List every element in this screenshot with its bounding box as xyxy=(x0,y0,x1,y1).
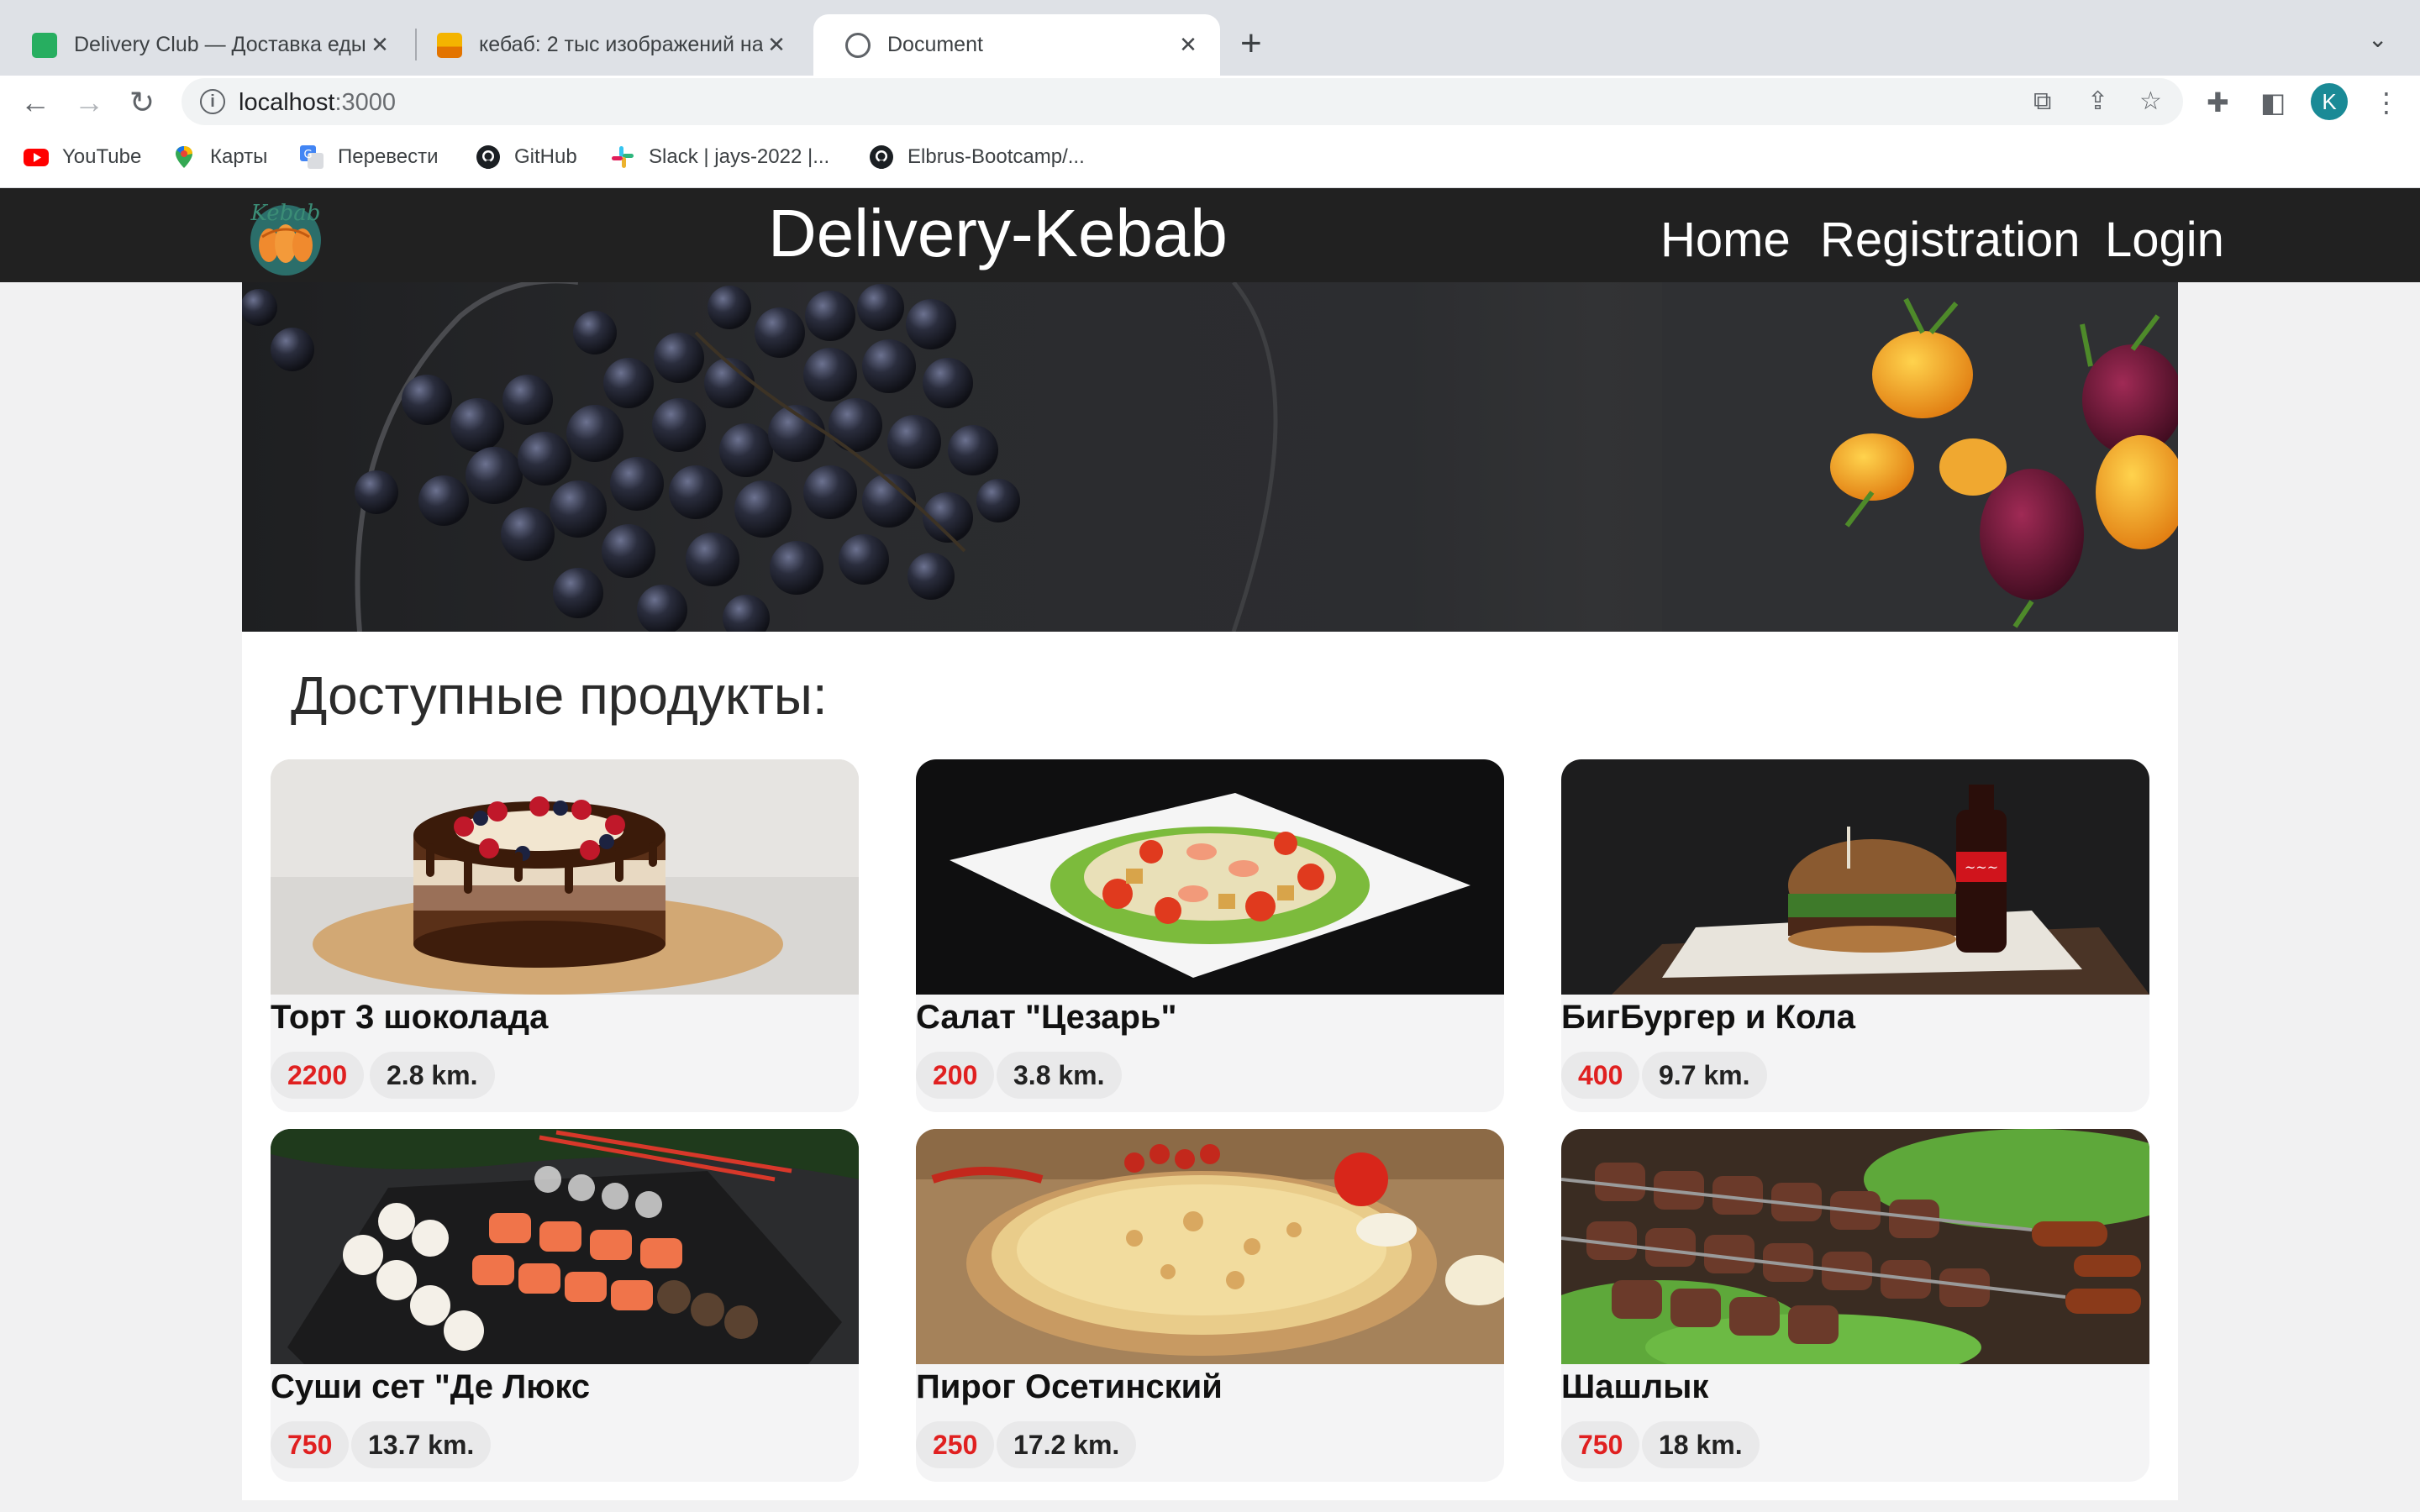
bookmark-github[interactable]: GitHub xyxy=(476,144,577,170)
browser-menu-icon[interactable]: ⋮ xyxy=(2373,84,2400,121)
bookmark-slack[interactable]: Slack | jays-2022 |... xyxy=(610,144,829,170)
product-distance: 17.2 km. xyxy=(997,1421,1137,1468)
logo-text: Kebab xyxy=(250,201,321,226)
tab-document[interactable]: Document ✕ xyxy=(813,14,1220,76)
product-name: Суши сет "Де Люкс xyxy=(271,1368,591,1405)
reload-icon[interactable]: ↻ xyxy=(129,84,155,121)
tab-title: Delivery Club — Доставка еды xyxy=(74,33,366,56)
bookmark-translate[interactable]: G Перевести xyxy=(299,144,439,170)
close-icon[interactable]: ✕ xyxy=(1175,32,1202,58)
browser-toolbar: ← → ↻ i localhost:3000 ⧉ ⇪ ☆ ✚ ◧ K ⋮ xyxy=(0,76,2420,129)
tab-delivery-club[interactable]: Delivery Club — Доставка еды ✕ xyxy=(0,14,412,76)
product-card-cake[interactable]: Торт 3 шоколада 2200 2.8 km. xyxy=(271,759,859,1112)
maps-icon xyxy=(171,144,197,170)
product-price: 2200 xyxy=(271,1052,365,1099)
image-search-favicon-icon xyxy=(437,32,462,58)
share-icon[interactable]: ⇪ xyxy=(2087,86,2108,118)
globe-icon xyxy=(845,32,871,58)
tab-kebab-images[interactable]: кебаб: 2 тыс изображений на ✕ xyxy=(405,14,808,76)
main-container: Доступные продукты: Торт 3 шоколада 2200… xyxy=(242,282,2178,1500)
product-distance: 18 km. xyxy=(1642,1421,1760,1468)
bookmark-label: YouTube xyxy=(62,145,142,168)
delivery-club-favicon-icon xyxy=(32,32,57,58)
bookmark-star-icon[interactable]: ☆ xyxy=(2139,86,2162,118)
product-name: Пирог Осетинский xyxy=(916,1368,1223,1405)
nav-home-link[interactable]: Home xyxy=(1660,207,1791,274)
bookmark-youtube[interactable]: YouTube xyxy=(24,144,141,170)
product-price: 250 xyxy=(916,1421,995,1468)
url-host: localhost xyxy=(239,89,335,116)
translate-page-icon[interactable]: ⧉ xyxy=(2033,86,2051,118)
product-card-caesar-salad[interactable]: Салат "Цезарь" 200 3.8 km. xyxy=(916,759,1504,1112)
youtube-icon xyxy=(24,144,49,170)
nav-registration-link[interactable]: Registration xyxy=(1820,207,2080,274)
profile-avatar[interactable]: K xyxy=(2311,83,2348,120)
product-image-sushi-set xyxy=(271,1129,859,1364)
extensions-puzzle-icon[interactable]: ✚ xyxy=(2207,84,2229,121)
back-icon[interactable]: ← xyxy=(20,84,50,121)
forward-icon[interactable]: → xyxy=(74,84,104,121)
site-title: Delivery-Kebab xyxy=(768,196,1228,270)
svg-text:G: G xyxy=(303,149,312,161)
product-image-burger-cola: ~~~ xyxy=(1561,759,2149,995)
site-header: Kebab Delivery-Kebab Home Registration L… xyxy=(0,188,2420,282)
bookmark-label: Карты xyxy=(210,145,268,168)
browser-tabstrip: Delivery Club — Доставка еды ✕ кебаб: 2 … xyxy=(0,0,2420,76)
close-icon[interactable]: ✕ xyxy=(366,32,393,58)
slack-icon xyxy=(610,144,635,170)
tab-title: кебаб: 2 тыс изображений на xyxy=(479,33,763,56)
product-price: 400 xyxy=(1561,1052,1640,1099)
product-image-caesar-salad xyxy=(916,759,1504,995)
tab-title: Document xyxy=(887,33,983,56)
close-icon[interactable]: ✕ xyxy=(763,32,790,58)
product-image-shashlik xyxy=(1561,1129,2149,1398)
section-title: Доступные продукты: xyxy=(291,665,828,726)
product-card-ossetian-pie[interactable]: Пирог Осетинский 250 17.2 km. xyxy=(916,1129,1504,1482)
bookmark-label: Slack | jays-2022 |... xyxy=(649,145,830,168)
github-icon xyxy=(476,144,501,170)
product-image-ossetian-pie xyxy=(916,1129,1504,1364)
product-card-shashlik[interactable]: Шашлык 750 18 km. xyxy=(1561,1129,2149,1482)
product-name: БигБургер и Кола xyxy=(1561,999,1856,1036)
product-price: 200 xyxy=(916,1052,995,1099)
product-distance: 9.7 km. xyxy=(1642,1052,1767,1099)
svg-text:~~~: ~~~ xyxy=(1965,859,1998,875)
nav-login-link[interactable]: Login xyxy=(2105,207,2224,274)
bookmarks-bar: YouTube Карты G Перевести GitHub Slack |… xyxy=(0,129,2420,188)
bookmark-label: Перевести xyxy=(338,145,439,168)
product-card-burger-cola[interactable]: ~~~ БигБургер и Кола 400 9.7 km. xyxy=(1561,759,2149,1112)
github-icon xyxy=(869,144,894,170)
url-port: :3000 xyxy=(334,89,397,116)
address-bar[interactable]: i localhost:3000 ⧉ ⇪ ☆ xyxy=(182,78,2183,125)
translate-icon: G xyxy=(299,144,324,170)
hero-banner-image xyxy=(242,282,2178,632)
product-card-sushi-set[interactable]: Суши сет "Де Люкс 750 13.7 km. xyxy=(271,1129,859,1482)
bookmark-maps[interactable]: Карты xyxy=(171,144,267,170)
product-price: 750 xyxy=(1561,1421,1640,1468)
product-distance: 3.8 km. xyxy=(997,1052,1122,1099)
product-distance: 2.8 km. xyxy=(370,1052,495,1099)
bookmark-label: Elbrus-Bootcamp/... xyxy=(908,145,1085,168)
side-panel-icon[interactable]: ◧ xyxy=(2260,84,2286,121)
product-name: Шашлык xyxy=(1561,1368,1709,1405)
bookmark-label: GitHub xyxy=(514,145,577,168)
kebab-logo[interactable]: Kebab xyxy=(244,197,328,277)
product-name: Салат "Цезарь" xyxy=(916,999,1177,1036)
product-image-cake xyxy=(271,759,859,995)
product-name: Торт 3 шоколада xyxy=(271,999,549,1036)
site-info-icon[interactable]: i xyxy=(200,89,225,114)
product-distance: 13.7 km. xyxy=(351,1421,492,1468)
address-url[interactable]: localhost:3000 xyxy=(239,89,396,117)
tab-search-chevron-icon[interactable]: ⌄ xyxy=(2368,25,2387,53)
new-tab-icon[interactable]: + xyxy=(1240,22,1262,66)
bookmark-elbrus-bootcamp[interactable]: Elbrus-Bootcamp/... xyxy=(869,144,1085,170)
product-price: 750 xyxy=(271,1421,350,1468)
